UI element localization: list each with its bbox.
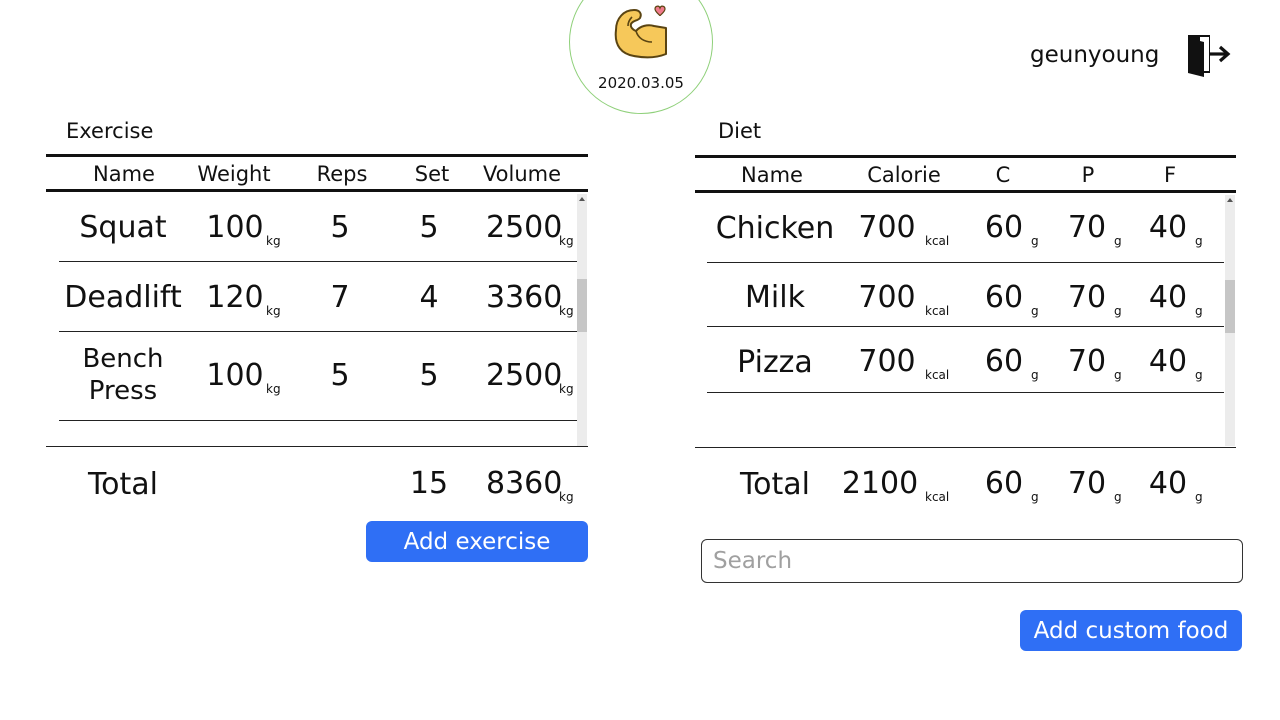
- exercise-col-set: Set: [414, 162, 450, 186]
- exercise-reps: 5: [330, 210, 350, 245]
- calorie-unit: kcal: [925, 368, 950, 382]
- food-name: Chicken: [715, 211, 835, 246]
- exercise-total-divider: [46, 446, 588, 447]
- exercise-title: Exercise: [66, 119, 154, 143]
- exercise-reps: 7: [330, 280, 350, 315]
- flexed-biceps-heart-icon: [614, 5, 667, 59]
- food-carbs: 60: [984, 344, 1024, 379]
- row-divider: [59, 420, 577, 421]
- exercise-scroll-thumb[interactable]: [577, 279, 587, 332]
- exercise-header-top-rule: [46, 154, 588, 157]
- diet-title: Diet: [718, 119, 762, 143]
- gram-unit: g: [1195, 234, 1203, 248]
- exercise-name: Deadlift: [64, 280, 182, 315]
- row-divider: [59, 331, 577, 332]
- diet-total-calorie: 2100: [841, 466, 919, 501]
- exercise-name: Squat: [79, 210, 167, 245]
- gram-unit: g: [1031, 304, 1039, 318]
- calorie-unit: kcal: [925, 490, 950, 504]
- calorie-unit: kcal: [925, 234, 950, 248]
- food-carbs: 60: [984, 210, 1024, 245]
- add-exercise-button[interactable]: Add exercise: [366, 521, 588, 562]
- exercise-col-volume: Volume: [482, 162, 562, 186]
- gram-unit: g: [1195, 490, 1203, 504]
- gram-unit: g: [1114, 304, 1122, 318]
- weight-unit: kg: [266, 382, 281, 396]
- food-name: Pizza: [737, 345, 813, 380]
- exercise-name-line: Bench: [82, 344, 164, 374]
- exercise-col-weight: Weight: [197, 162, 271, 186]
- diet-total-carbs: 60: [984, 466, 1024, 501]
- row-divider: [707, 262, 1224, 263]
- exercise-reps: 5: [330, 358, 350, 393]
- diet-col-calorie: Calorie: [867, 163, 941, 187]
- diet-col-f: F: [1163, 163, 1177, 187]
- gram-unit: g: [1195, 304, 1203, 318]
- volume-unit: kg: [559, 234, 574, 248]
- diet-total-label: Total: [739, 467, 811, 502]
- exercise-volume: 2500: [486, 210, 563, 245]
- volume-unit: kg: [559, 304, 574, 318]
- exercise-weight: 100: [206, 358, 264, 393]
- gram-unit: g: [1114, 234, 1122, 248]
- exercise-set: 4: [419, 280, 439, 315]
- food-protein: 70: [1067, 344, 1107, 379]
- diet-total-divider: [695, 447, 1236, 448]
- gram-unit: g: [1114, 490, 1122, 504]
- exercise-header-bottom-rule: [46, 189, 588, 192]
- gram-unit: g: [1031, 234, 1039, 248]
- diet-col-c: C: [995, 163, 1011, 187]
- gram-unit: g: [1031, 490, 1039, 504]
- food-fat: 40: [1148, 344, 1188, 379]
- food-calorie: 700: [858, 344, 916, 379]
- exercise-name: Bench Press: [63, 343, 183, 407]
- food-fat: 40: [1148, 210, 1188, 245]
- food-protein: 70: [1067, 280, 1107, 315]
- food-calorie: 700: [858, 280, 916, 315]
- exercise-total-label: Total: [87, 467, 159, 502]
- gram-unit: g: [1114, 368, 1122, 382]
- row-divider: [59, 261, 577, 262]
- logout-door-icon[interactable]: [1186, 32, 1232, 78]
- food-fat: 40: [1148, 280, 1188, 315]
- food-carbs: 60: [984, 280, 1024, 315]
- exercise-volume: 3360: [486, 280, 563, 315]
- calorie-unit: kcal: [925, 304, 950, 318]
- exercise-set: 5: [419, 210, 439, 245]
- exercise-volume: 2500: [486, 358, 563, 393]
- diet-header-top-rule: [695, 155, 1236, 158]
- diet-scroll-thumb[interactable]: [1225, 280, 1235, 333]
- row-divider: [707, 392, 1224, 393]
- volume-unit: kg: [559, 490, 574, 504]
- volume-unit: kg: [559, 382, 574, 396]
- exercise-total-set: 15: [409, 466, 449, 501]
- add-custom-food-button[interactable]: Add custom food: [1020, 610, 1242, 651]
- food-calorie: 700: [858, 210, 916, 245]
- diet-col-p: P: [1081, 163, 1095, 187]
- date-label: 2020.03.05: [598, 74, 684, 92]
- diet-col-name: Name: [741, 163, 803, 187]
- scroll-up-arrow-icon[interactable]: [579, 197, 585, 201]
- food-search-input[interactable]: [701, 539, 1243, 583]
- exercise-col-reps: Reps: [316, 162, 368, 186]
- exercise-total-volume: 8360: [486, 466, 563, 501]
- scroll-up-arrow-icon[interactable]: [1227, 198, 1233, 202]
- weight-unit: kg: [266, 234, 281, 248]
- diet-total-fat: 40: [1148, 466, 1188, 501]
- exercise-set: 5: [419, 358, 439, 393]
- diet-total-protein: 70: [1067, 466, 1107, 501]
- exercise-name-line: Press: [88, 376, 158, 406]
- food-name: Milk: [745, 280, 805, 315]
- exercise-weight: 100: [206, 210, 264, 245]
- gram-unit: g: [1195, 368, 1203, 382]
- gram-unit: g: [1031, 368, 1039, 382]
- username: geunyoung: [1030, 42, 1160, 68]
- exercise-col-name: Name: [93, 162, 155, 186]
- exercise-weight: 120: [206, 280, 264, 315]
- row-divider: [707, 326, 1224, 327]
- diet-header-bottom-rule: [695, 190, 1236, 193]
- food-protein: 70: [1067, 210, 1107, 245]
- weight-unit: kg: [266, 304, 281, 318]
